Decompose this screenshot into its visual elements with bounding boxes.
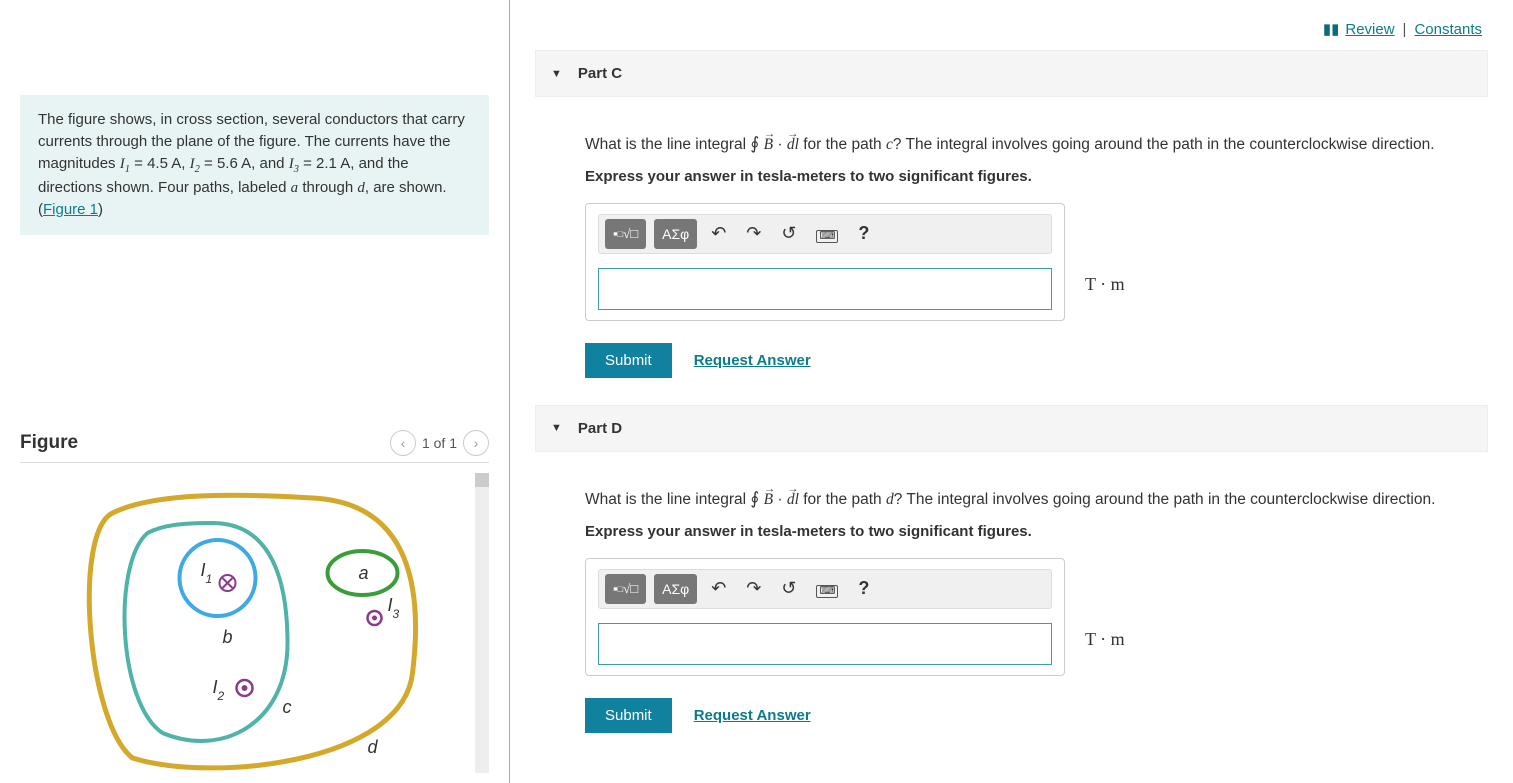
part-c-body: What is the line integral ∮ B · dl for t… [535,97,1488,403]
part-c-answer-input[interactable] [598,268,1052,310]
greek-button[interactable]: ΑΣφ [654,219,697,249]
svg-text:I3: I3 [388,595,400,621]
part-d-submit-button[interactable]: Submit [585,698,672,733]
caret-down-icon: ▼ [551,68,562,80]
I1-symbol: I1 [120,156,130,172]
svg-text:I2: I2 [213,677,225,703]
figure-link[interactable]: Figure 1 [43,201,98,218]
equation-toolbar: ▪□√□ ΑΣφ ↶ ↷ ↺ ⌨ ? [598,214,1052,254]
reset-icon[interactable]: ↺ [775,575,802,602]
figure-nav: ‹ 1 of 1 › [390,430,489,456]
review-link[interactable]: Review [1345,21,1394,38]
help-icon[interactable]: ? [852,575,875,602]
reset-icon[interactable]: ↺ [775,220,802,247]
constants-link[interactable]: Constants [1414,21,1482,38]
help-icon[interactable]: ? [852,220,875,247]
part-d-instruction: Express your answer in tesla-meters to t… [585,523,1488,540]
part-c-request-answer[interactable]: Request Answer [694,352,811,369]
svg-text:d: d [368,737,379,757]
part-c-answer-row: ▪□√□ ΑΣφ ↶ ↷ ↺ ⌨ ? T · m [585,203,1488,321]
book-icon: ▮▮ [1323,20,1340,38]
math-templates-button[interactable]: ▪□√□ [605,219,646,249]
redo-icon[interactable]: ↷ [740,575,767,602]
figure-title: Figure [20,432,78,454]
part-c-title: Part C [578,65,622,82]
greek-button[interactable]: ΑΣφ [654,574,697,604]
undo-icon[interactable]: ↶ [705,575,732,602]
part-c-actions: Submit Request Answer [585,343,1488,378]
part-d-actions: Submit Request Answer [585,698,1488,733]
part-c-units: T · m [1085,274,1125,295]
svg-text:c: c [283,697,292,717]
svg-text:a: a [359,563,369,583]
part-d-title: Part D [578,420,622,437]
left-pane: The figure shows, in cross section, seve… [0,0,510,783]
keyboard-icon[interactable]: ⌨ [810,575,844,602]
figure-prev-button[interactable]: ‹ [390,430,416,456]
part-d-body: What is the line integral ∮ B · dl for t… [535,452,1488,758]
problem-statement: The figure shows, in cross section, seve… [20,95,489,235]
part-d-answer-input[interactable] [598,623,1052,665]
caret-down-icon: ▼ [551,422,562,434]
part-c-submit-button[interactable]: Submit [585,343,672,378]
part-d-answer-row: ▪□√□ ΑΣφ ↶ ↷ ↺ ⌨ ? T · m [585,558,1488,676]
svg-text:b: b [223,627,233,647]
equation-toolbar: ▪□√□ ΑΣφ ↶ ↷ ↺ ⌨ ? [598,569,1052,609]
part-d-units: T · m [1085,629,1125,650]
part-c-answer-widget: ▪□√□ ΑΣφ ↶ ↷ ↺ ⌨ ? [585,203,1065,321]
math-templates-button[interactable]: ▪□√□ [605,574,646,604]
part-d-question: What is the line integral ∮ B · dl for t… [585,487,1488,511]
I3-symbol: I3 [289,156,299,172]
redo-icon[interactable]: ↷ [740,220,767,247]
figure-container: d c b a I1 I2 I3 [20,473,489,773]
svg-text:I1: I1 [201,560,213,586]
top-links: ▮▮ Review | Constants [535,0,1488,48]
figure-next-button[interactable]: › [463,430,489,456]
spacer [20,0,489,95]
part-c-instruction: Express your answer in tesla-meters to t… [585,168,1488,185]
part-c-header[interactable]: ▼ Part C [535,50,1488,97]
part-d-request-answer[interactable]: Request Answer [694,707,811,724]
figure-pager: 1 of 1 [422,435,457,451]
right-pane: ▮▮ Review | Constants ▼ Part C What is t… [510,0,1513,783]
figure-svg: d c b a I1 I2 I3 [20,473,475,773]
part-d-answer-widget: ▪□√□ ΑΣφ ↶ ↷ ↺ ⌨ ? [585,558,1065,676]
part-c-question: What is the line integral ∮ B · dl for t… [585,132,1488,156]
I2-symbol: I2 [190,156,200,172]
figure-header: Figure ‹ 1 of 1 › [20,430,489,463]
undo-icon[interactable]: ↶ [705,220,732,247]
part-d-header[interactable]: ▼ Part D [535,405,1488,452]
keyboard-icon[interactable]: ⌨ [810,220,844,247]
